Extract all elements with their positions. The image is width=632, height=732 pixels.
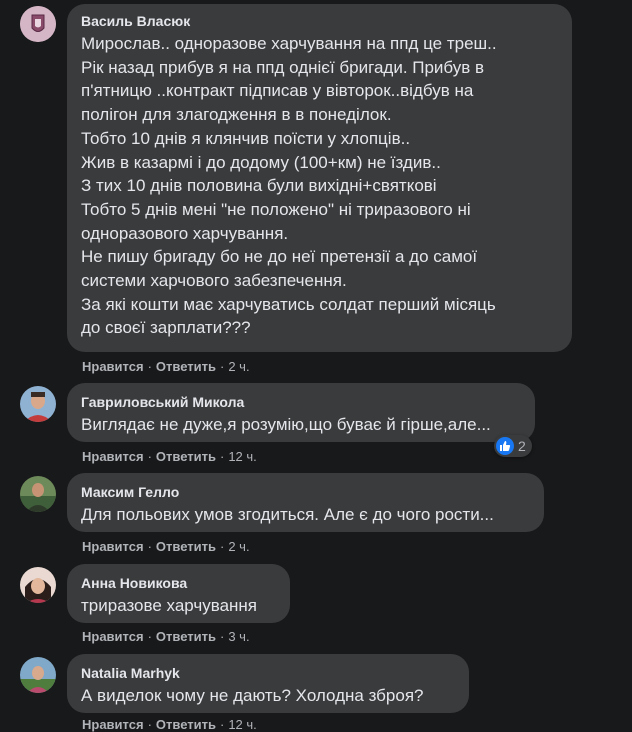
comment-author[interactable]: Гавриловський Микола	[81, 393, 523, 412]
separator: ·	[219, 449, 225, 464]
like-button[interactable]: Нравится	[82, 359, 144, 374]
comment-bubble: Natalia Marhyk А виделок чому не дають? …	[67, 654, 469, 713]
like-button[interactable]: Нравится	[82, 539, 144, 554]
avatar[interactable]	[20, 6, 56, 42]
comment-text: Для польових умов згодиться. Але є до чо…	[81, 505, 494, 524]
separator: ·	[147, 717, 152, 732]
comment-actions: Нравится · Ответить · 3 ч.	[82, 629, 250, 644]
comment-timestamp[interactable]: 3 ч.	[228, 629, 249, 644]
comment-actions: Нравится · Ответить · 2 ч.	[82, 359, 250, 374]
comment-author[interactable]: Анна Новикова	[81, 574, 278, 593]
thumbs-up-icon	[496, 437, 514, 455]
comment-bubble: Анна Новикова триразове харчування	[67, 564, 290, 623]
separator: ·	[147, 359, 152, 374]
comment-timestamp[interactable]: 12 ч.	[228, 717, 256, 732]
reply-button[interactable]: Ответить	[156, 449, 216, 464]
reaction-summary[interactable]: 2	[494, 435, 532, 457]
comment-timestamp[interactable]: 2 ч.	[228, 359, 249, 374]
comment-actions: Нравится · Ответить · 12 ч.	[82, 717, 257, 732]
separator: ·	[219, 717, 225, 732]
comment-bubble: Василь Власюк Мирослав.. одноразове харч…	[67, 4, 572, 352]
comment-author[interactable]: Natalia Marhyk	[81, 664, 457, 683]
separator: ·	[147, 449, 152, 464]
reply-button[interactable]: Ответить	[156, 359, 216, 374]
avatar[interactable]	[20, 657, 56, 693]
separator: ·	[219, 629, 225, 644]
comment-text: Мирослав.. одноразове харчування на ппд …	[81, 34, 497, 338]
like-button[interactable]: Нравится	[82, 449, 144, 464]
comment-bubble: Гавриловський Микола Виглядає не дуже,я …	[67, 383, 535, 442]
separator: ·	[147, 539, 152, 554]
comment-timestamp[interactable]: 12 ч.	[228, 449, 256, 464]
avatar[interactable]	[20, 476, 56, 512]
comment-actions: Нравится · Ответить · 2 ч.	[82, 539, 250, 554]
comment-text: А виделок чому не дають? Холодна зброя?	[81, 686, 424, 705]
reply-button[interactable]: Ответить	[156, 629, 216, 644]
comment-timestamp[interactable]: 2 ч.	[228, 539, 249, 554]
like-button[interactable]: Нравится	[82, 629, 144, 644]
separator: ·	[219, 359, 225, 374]
comment-author[interactable]: Василь Власюк	[81, 12, 560, 31]
reaction-count: 2	[518, 438, 526, 454]
separator: ·	[147, 629, 152, 644]
reply-button[interactable]: Ответить	[156, 539, 216, 554]
comment-text: триразове харчування	[81, 596, 258, 615]
comment-author[interactable]: Максим Гелло	[81, 483, 532, 502]
avatar[interactable]	[20, 386, 56, 422]
comment-actions: Нравится · Ответить · 12 ч.	[82, 449, 257, 464]
like-button[interactable]: Нравится	[82, 717, 144, 732]
separator: ·	[219, 539, 225, 554]
avatar[interactable]	[20, 567, 56, 603]
comment-bubble: Максим Гелло Для польових умов згодиться…	[67, 473, 544, 532]
comment-text: Виглядає не дуже,я розумію,що буває й гі…	[81, 415, 491, 434]
reply-button[interactable]: Ответить	[156, 717, 216, 732]
